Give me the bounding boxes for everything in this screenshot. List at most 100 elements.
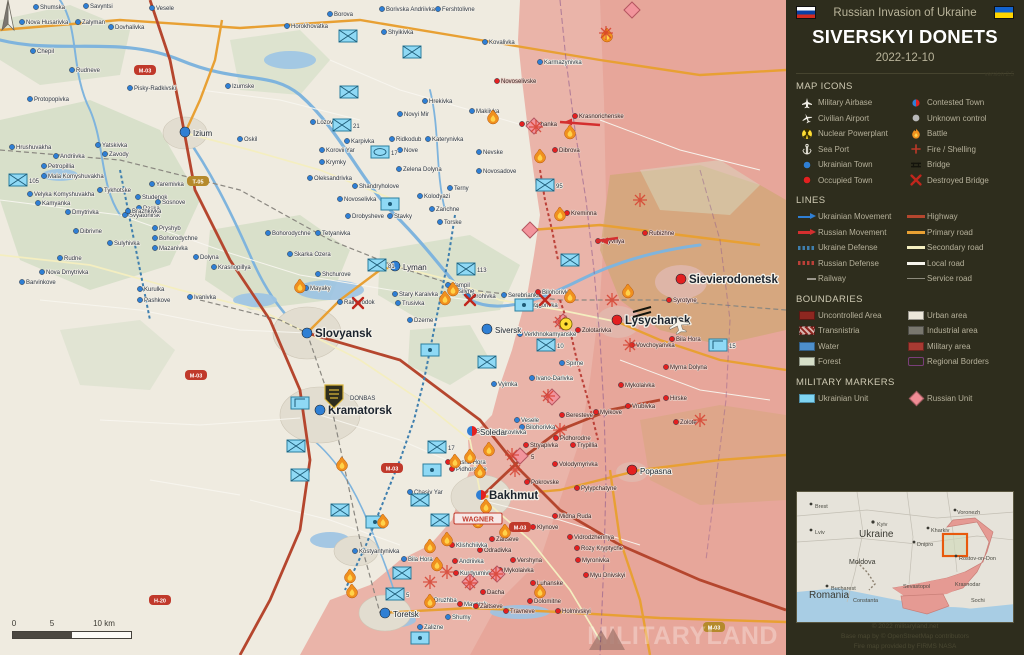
legend-russian-unit-label: Russian Unit [927,394,972,403]
legend-russian-unit-row: Russian Unit [905,391,1014,407]
legend-local-road-row: Local road [905,256,1014,272]
unit-number: 95 [556,184,563,190]
legend-urban-area-label: Urban area [927,311,967,320]
service-road-line-icon [907,278,925,279]
sea-port-icon [801,143,813,155]
town-label: Rubizhne [649,231,675,237]
secondary-road-line-icon [907,246,925,249]
attribution-credits: © 2022 militaryland.net Base map by © Op… [786,622,1024,652]
town-label: Terny [454,186,469,192]
ukrainian-flag-icon [994,6,1014,19]
town-marker: Oleksandrivka [307,175,352,182]
town-label: Oskil [244,137,257,143]
ukrainian-unit-marker[interactable] [339,30,357,42]
town-label: Myikove [600,410,623,416]
town-label: Tetyanivka [322,231,351,237]
ukrainian-unit-marker[interactable] [393,567,411,579]
industrial-area-swatch-icon [908,326,924,335]
legend-urban-area-row: Urban area [905,308,1014,324]
town-marker: Skarka Ozera [287,251,331,258]
ukrainian-unit-marker[interactable] [331,504,349,516]
ukrainian-unit-marker[interactable] [421,344,439,356]
town-label: Andriivka [60,154,85,160]
town-label: Dmytrivka [72,210,99,216]
lines-left-column: Ukrainian MovementRussian MovementUkrain… [796,209,905,287]
fire-shelling-marker [623,338,637,352]
legend-urban-area-swatch [905,311,927,320]
town-label: Rudneve [76,68,101,74]
town-marker: Hrushuvakha [9,144,52,151]
map-application: ShumskaSavyntsiVeseleNova HusarivkaZalym… [0,0,1024,655]
town-label: Krasnopillya [218,265,251,271]
town-label: Kreminna [571,211,597,217]
town-label: Borivska Andriivka [386,7,436,13]
ukrainian-unit-marker[interactable] [478,356,496,368]
svg-text:Kharkiv: Kharkiv [931,528,950,534]
legend-regional-borders-label: Regional Borders [927,357,989,366]
town-marker: Protopopivka [27,96,69,103]
legend-fire-shelling-label: Fire / Shelling [927,145,976,154]
legend-water-label: Water [818,342,839,351]
fire-shelling-marker [599,26,613,40]
ukrainian-unit-marker[interactable] [381,198,399,210]
town-label: Dzerne [414,318,434,324]
town-label: Katerynivka [432,137,464,143]
ukrainian-unit-marker[interactable] [561,254,579,266]
town-marker: Rozy Kryptyche [574,545,623,552]
town-label: Ridkodub [396,137,422,143]
main-map-canvas[interactable]: ShumskaSavyntsiVeseleNova HusarivkaZalym… [0,0,786,655]
water-swatch-icon [799,342,815,351]
legend-uncontrolled-area-swatch [796,311,818,320]
transnistria-swatch-icon [799,326,815,335]
town-label: Hrushuvakha [16,145,52,151]
fire-shelling-marker [633,193,647,207]
map-scale-bar: 0 5 10 km [12,619,132,639]
town-label: Velyka Komyshuvakha [34,192,95,198]
legend-ukraine-defense-swatch [796,246,818,250]
ukrainian-unit-marker[interactable] [411,494,429,506]
legend-forest-label: Forest [818,357,841,366]
legend-russian-movement-swatch [796,229,818,236]
town-label: Oleksandrivka [314,176,353,182]
railway-line-icon [807,278,816,280]
overview-minimap[interactable]: Ukraine Romania Moldova Brest Lviv Kyiv … [796,491,1014,623]
version-label: version 2.5 [985,72,1014,78]
town-label: Shandryholove [359,184,400,190]
svg-text:Lviv: Lviv [815,530,825,536]
town-marker: Serebrianka [501,292,541,299]
town-label: Trusivka [402,301,425,307]
svg-text:H-20: H-20 [154,599,166,605]
town-label: Vershyna [517,558,543,564]
unit-number: 21 [353,124,360,130]
scale-tick-10: 10 km [93,619,115,628]
legend-destroyed-bridge-swatch [905,174,927,186]
ukrainian-unit-marker[interactable] [287,440,305,452]
town-marker: Kostyantynivka [352,548,400,555]
town-label: Dacha [487,590,505,596]
ukrainian-unit-marker[interactable] [291,469,309,481]
nuclear-powerplant-marker [560,318,572,330]
town-label: Rudne [64,256,82,262]
credit-line-2: Base map by © OpenStreetMap contributors [786,632,1024,642]
ukrainian-unit-marker[interactable] [403,46,421,58]
legend-forest-row: Forest [796,354,905,370]
svg-text:M-03: M-03 [708,626,721,632]
ukrainian-unit-marker[interactable] [340,86,358,98]
town-label: Borova [334,12,354,18]
town-label: Mala Komyshuvakha [48,174,104,180]
town-label: Zolote [680,420,697,426]
north-arrow-icon [0,0,16,34]
ukrainian-unit-marker[interactable] [411,632,429,644]
town-label: Bila Hora [676,337,701,343]
ukrainian-unit-marker[interactable] [291,397,309,409]
legend-occupied-town-label: Occupied Town [818,176,873,185]
ukrainian-unit-marker[interactable] [431,514,449,526]
legend-forest-swatch [796,357,818,366]
legend-primary-road-row: Primary road [905,225,1014,241]
map-icons-heading: MAP ICONS [796,81,1014,92]
ukrainian-unit-marker[interactable] [423,464,441,476]
town-label: Rozy Kryptyche [581,546,624,552]
urban-area-swatch-icon [908,311,924,320]
military-markers-heading: MILITARY MARKERS [796,377,1014,388]
map-date: 2022-12-10 [796,52,1014,64]
